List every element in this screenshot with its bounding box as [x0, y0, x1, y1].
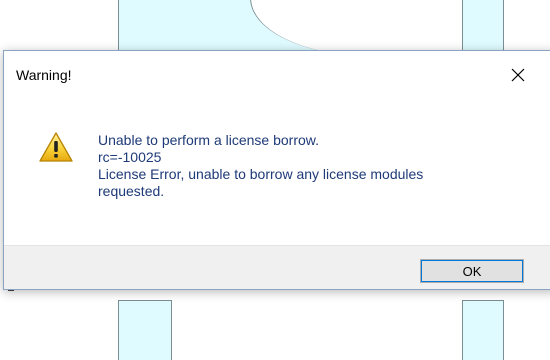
background-panel	[462, 0, 504, 57]
message-line: Unable to perform a license borrow.	[98, 132, 319, 148]
dialog-footer: OK	[4, 245, 550, 289]
message-line: requested.	[98, 183, 165, 199]
message-line: License Error, unable to borrow any lice…	[98, 166, 424, 182]
background-panel	[462, 300, 504, 360]
close-icon	[511, 68, 525, 82]
dialog-message: Unable to perform a license borrow. rc=-…	[98, 132, 518, 200]
message-line: rc=-10025	[98, 149, 162, 165]
warning-icon	[38, 131, 74, 163]
dialog-titlebar[interactable]: Warning!	[4, 51, 550, 97]
close-button[interactable]	[495, 57, 541, 93]
ok-button[interactable]: OK	[420, 259, 524, 283]
background-panel	[118, 300, 172, 360]
screen: Warning! Unable to perform a license bor…	[0, 0, 550, 360]
dialog-title: Warning!	[16, 67, 72, 83]
warning-dialog: Warning! Unable to perform a license bor…	[3, 50, 550, 290]
